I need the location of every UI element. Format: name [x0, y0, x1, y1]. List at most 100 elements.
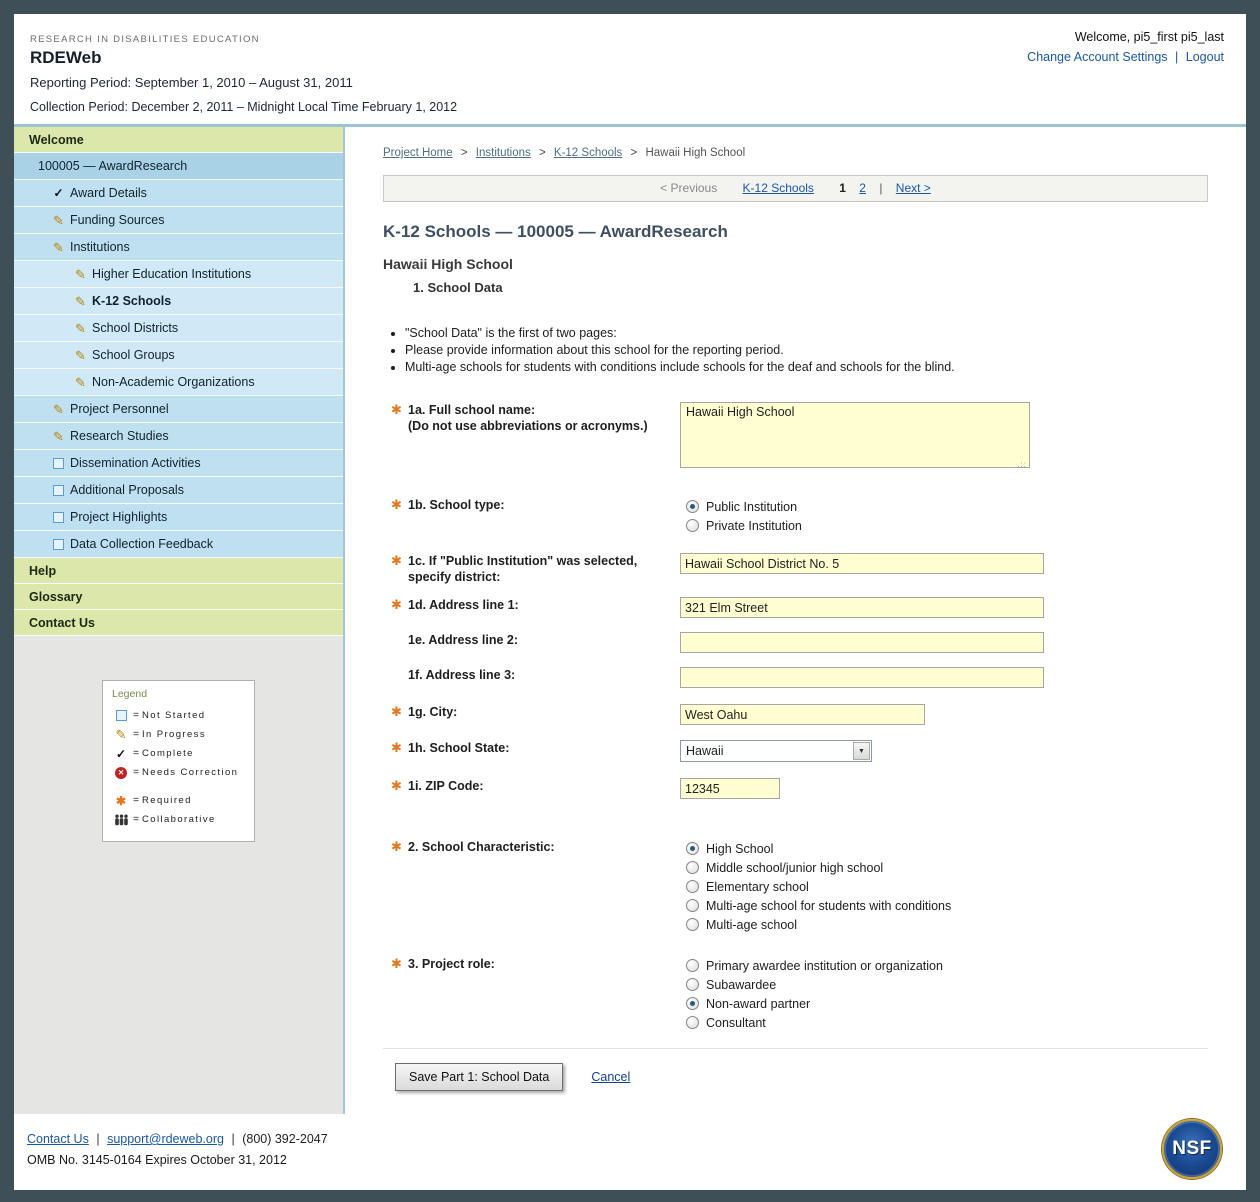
- sidebar-item-school-districts[interactable]: School Districts: [14, 315, 343, 342]
- reporting-period: Reporting Period: September 1, 2010 – Au…: [30, 75, 457, 90]
- next-page-link[interactable]: Next >: [896, 181, 931, 195]
- sidebar-item-project-highlights[interactable]: Project Highlights: [14, 504, 343, 531]
- sidebar-item-welcome[interactable]: Welcome: [14, 127, 343, 153]
- cancel-link[interactable]: Cancel: [591, 1070, 630, 1084]
- form-row-1g: ✱ 1g. City:: [383, 704, 1208, 725]
- footer: Contact Us | support@rdeweb.org | (800) …: [14, 1114, 1246, 1190]
- page-number-2-link[interactable]: 2: [859, 181, 866, 195]
- sidebar-item-label: Contact Us: [29, 616, 95, 630]
- radio-consultant[interactable]: Consultant: [680, 1013, 1208, 1032]
- sidebar-item-label: Help: [29, 564, 56, 578]
- change-account-settings-link[interactable]: Change Account Settings: [1027, 50, 1167, 64]
- sidebar-item-label: 100005 — AwardResearch: [38, 159, 187, 173]
- zip-code-input[interactable]: [680, 778, 780, 799]
- legend-label: In Progress: [142, 729, 206, 740]
- state-select[interactable]: Hawaii ▼: [680, 740, 872, 762]
- sidebar-item-institutions[interactable]: Institutions: [14, 234, 343, 261]
- form-row-2: ✱ 2. School Characteristic: High School …: [383, 839, 1208, 934]
- sidebar-item-project-personnel[interactable]: Project Personnel: [14, 396, 343, 423]
- radio-label: Subawardee: [706, 978, 776, 992]
- pencil-icon: [52, 213, 65, 227]
- sidebar-item-school-groups[interactable]: School Groups: [14, 342, 343, 369]
- sidebar-item-label: K-12 Schools: [92, 294, 171, 308]
- radio-label: Middle school/junior high school: [706, 861, 883, 875]
- radio-label: Elementary school: [706, 880, 809, 894]
- address-line3-input[interactable]: [680, 667, 1044, 688]
- form-row-1d: ✱ 1d. Address line 1:: [383, 597, 1208, 618]
- sidebar-item-funding-sources[interactable]: Funding Sources: [14, 207, 343, 234]
- resize-handle-icon[interactable]: .::: [1017, 460, 1027, 469]
- sidebar-item-award-details[interactable]: Award Details: [14, 180, 343, 207]
- field-sublabel-1a: (Do not use abbreviations or acronyms.): [408, 418, 648, 434]
- required-icon: ✱: [391, 740, 408, 756]
- legend-equals: =: [130, 748, 142, 759]
- legend-item-collaborative: = Collaborative: [112, 810, 245, 829]
- radio-unselected-icon: [686, 959, 699, 972]
- radio-multi-age-school[interactable]: Multi-age school: [680, 915, 1208, 934]
- footer-contact-link[interactable]: Contact Us: [27, 1132, 89, 1146]
- footer-divider: |: [231, 1132, 234, 1146]
- radio-middle-school[interactable]: Middle school/junior high school: [680, 858, 1208, 877]
- radio-primary-awardee[interactable]: Primary awardee institution or organizat…: [680, 956, 1208, 975]
- full-school-name-textarea[interactable]: Hawaii High School: [680, 402, 1030, 468]
- k12-schools-list-link[interactable]: K-12 Schools: [743, 181, 814, 195]
- sidebar-item-additional-proposals[interactable]: Additional Proposals: [14, 477, 343, 504]
- breadcrumb-institutions-link[interactable]: Institutions: [476, 147, 531, 159]
- form-row-1a: ✱ 1a. Full school name: (Do not use abbr…: [383, 402, 1208, 473]
- sidebar-item-help[interactable]: Help: [14, 558, 343, 584]
- legend-equals: =: [130, 814, 142, 825]
- sidebar-item-glossary[interactable]: Glossary: [14, 584, 343, 610]
- account-links-divider: |: [1175, 50, 1178, 64]
- app-window: RESEARCH IN DISABILITIES EDUCATION RDEWe…: [0, 0, 1260, 1202]
- radio-label: Private Institution: [706, 519, 802, 533]
- radio-elementary-school[interactable]: Elementary school: [680, 877, 1208, 896]
- not-started-icon: [52, 537, 65, 551]
- school-name-heading: Hawaii High School: [383, 256, 1208, 272]
- radio-multi-age-conditions[interactable]: Multi-age school for students with condi…: [680, 896, 1208, 915]
- sidebar-item-data-collection-feedback[interactable]: Data Collection Feedback: [14, 531, 343, 558]
- radio-selected-icon: [686, 500, 699, 513]
- sidebar-item-non-academic-organizations[interactable]: Non-Academic Organizations: [14, 369, 343, 396]
- save-button[interactable]: Save Part 1: School Data: [395, 1063, 563, 1091]
- sidebar-item-award[interactable]: 100005 — AwardResearch: [14, 153, 343, 180]
- sidebar-item-research-studies[interactable]: Research Studies: [14, 423, 343, 450]
- radio-subawardee[interactable]: Subawardee: [680, 975, 1208, 994]
- radio-private-institution[interactable]: Private Institution: [680, 516, 1208, 535]
- page-container: RESEARCH IN DISABILITIES EDUCATION RDEWe…: [14, 14, 1246, 1190]
- required-icon: ✱: [391, 497, 408, 513]
- address-line2-input[interactable]: [680, 632, 1044, 653]
- form-actions: Save Part 1: School Data Cancel: [383, 1048, 1208, 1091]
- legend-label: Complete: [142, 748, 194, 759]
- radio-label: Multi-age school: [706, 918, 797, 932]
- pencil-icon: [52, 240, 65, 254]
- sidebar-item-k12-schools[interactable]: K-12 Schools: [14, 288, 343, 315]
- sidebar-item-contact-us[interactable]: Contact Us: [14, 610, 343, 636]
- sidebar-item-label: Project Personnel: [70, 402, 169, 416]
- radio-high-school[interactable]: High School: [680, 839, 1208, 858]
- radio-unselected-icon: [686, 978, 699, 991]
- footer-divider: |: [96, 1132, 99, 1146]
- dropdown-arrow-icon[interactable]: ▼: [853, 742, 870, 760]
- breadcrumb-separator: >: [461, 147, 468, 159]
- sidebar-item-higher-education-institutions[interactable]: Higher Education Institutions: [14, 261, 343, 288]
- district-input[interactable]: [680, 553, 1044, 574]
- radio-selected-icon: [686, 997, 699, 1010]
- breadcrumb-project-home-link[interactable]: Project Home: [383, 147, 453, 159]
- logout-link[interactable]: Logout: [1186, 50, 1224, 64]
- legend-item-in-progress: = In Progress: [112, 725, 245, 744]
- sidebar-item-label: Non-Academic Organizations: [92, 375, 255, 389]
- body-row: Welcome 100005 — AwardResearch Award Det…: [14, 127, 1246, 1114]
- radio-public-institution[interactable]: Public Institution: [680, 497, 1208, 516]
- address-line1-input[interactable]: [680, 597, 1044, 618]
- sidebar-item-dissemination-activities[interactable]: Dissemination Activities: [14, 450, 343, 477]
- required-icon: ✱: [391, 956, 408, 972]
- header-account-area: Welcome, pi5_first pi5_last Change Accou…: [1027, 30, 1224, 64]
- not-started-icon: [52, 510, 65, 524]
- radio-label: Primary awardee institution or organizat…: [706, 959, 943, 973]
- footer-email-link[interactable]: support@rdeweb.org: [107, 1132, 224, 1146]
- breadcrumb-k12-schools-link[interactable]: K-12 Schools: [554, 147, 622, 159]
- radio-non-award-partner[interactable]: Non-award partner: [680, 994, 1208, 1013]
- city-input[interactable]: [680, 704, 925, 725]
- pencil-icon: [74, 294, 87, 308]
- breadcrumb-separator: >: [631, 147, 638, 159]
